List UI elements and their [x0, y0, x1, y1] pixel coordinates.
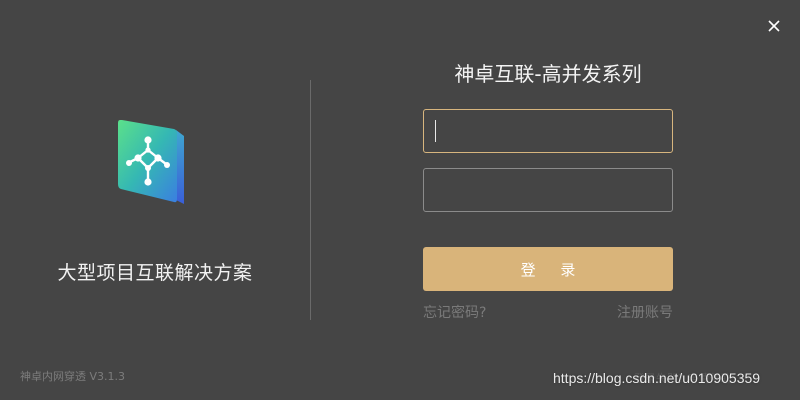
page-title: 神卓互联-高并发系列 [454, 62, 642, 86]
text-cursor [435, 120, 436, 142]
vertical-divider [310, 80, 311, 320]
login-window: 大型项目互联解决方案 神卓互联-高并发系列 登 录 忘记密码? 注册账号 神卓内… [0, 0, 800, 400]
close-icon [768, 20, 780, 32]
username-input[interactable] [423, 109, 673, 153]
watermark-text: https://blog.csdn.net/u010905359 [553, 370, 761, 386]
app-logo-icon [118, 120, 184, 204]
login-button[interactable]: 登 录 [423, 247, 673, 291]
version-label: 神卓内网穿透 V3.1.3 [20, 370, 126, 383]
password-input[interactable] [423, 168, 673, 212]
forgot-password-link[interactable]: 忘记密码? [423, 302, 486, 322]
close-button[interactable] [762, 14, 786, 38]
register-link[interactable]: 注册账号 [611, 302, 673, 322]
tagline: 大型项目互联解决方案 [57, 262, 253, 284]
